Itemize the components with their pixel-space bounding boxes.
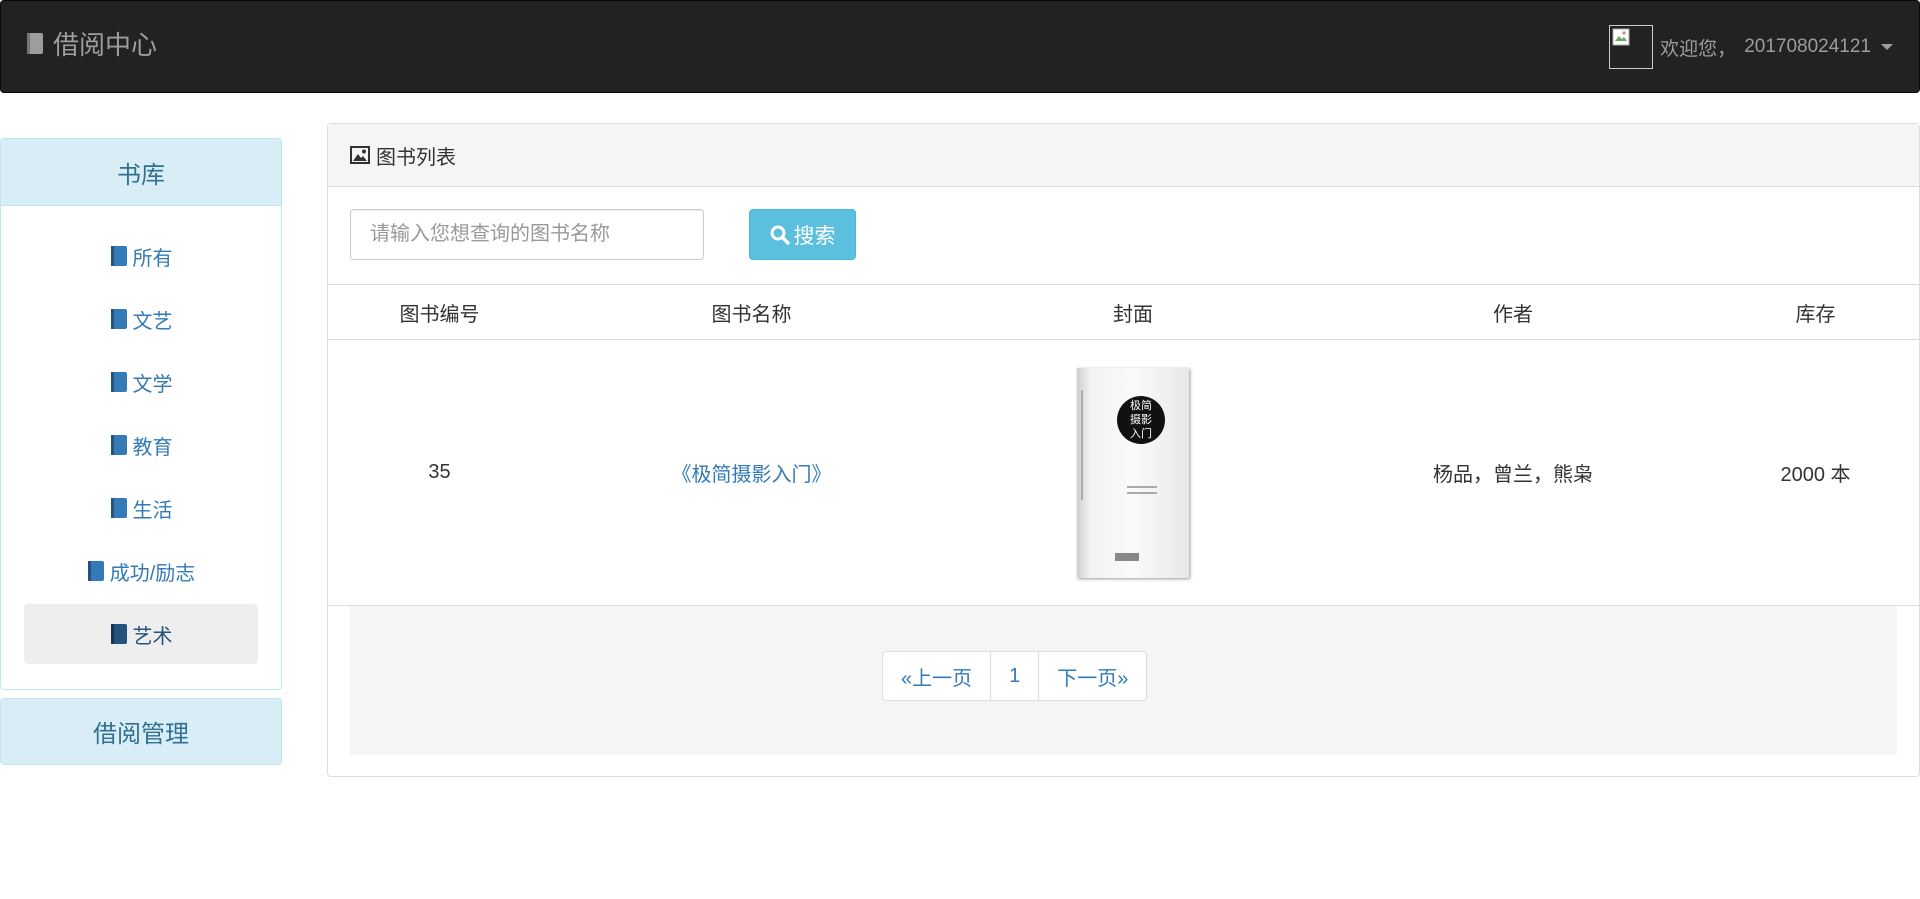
search-icon: [770, 225, 790, 245]
top-navbar: 借阅中心 欢迎您， 201708024121: [0, 0, 1920, 93]
column-header-stock: 库存: [1712, 284, 1919, 340]
column-header-name: 图书名称: [551, 284, 952, 340]
book-name-link[interactable]: 《极简摄影入门》: [672, 464, 832, 486]
book-icon: [110, 497, 128, 519]
page-link[interactable]: 1: [990, 651, 1040, 701]
sidebar-item-all[interactable]: 所有: [24, 226, 258, 286]
sidebar-item-label: 艺术: [132, 625, 173, 648]
sidebar-item-label: 教育: [132, 436, 173, 459]
user-menu[interactable]: 欢迎您， 201708024121: [1609, 25, 1893, 69]
prev-page-link[interactable]: «上一页: [882, 651, 992, 701]
search-form: 搜索: [350, 209, 856, 260]
brand-title: 借阅中心: [53, 30, 158, 60]
sidebar-item-education[interactable]: 教育: [24, 415, 258, 475]
table-row: 35 《极简摄影入门》 极简 摄影 入门 杨品，曾兰，熊枭 2000 本: [328, 339, 1919, 606]
column-header-author: 作者: [1314, 284, 1712, 340]
column-header-id: 图书编号: [328, 284, 551, 340]
book-icon: [25, 32, 45, 56]
caret-down-icon[interactable]: [1881, 44, 1893, 50]
search-button[interactable]: 搜索: [749, 209, 856, 260]
sidebar-item-label: 成功/励志: [109, 562, 196, 585]
search-button-label: 搜索: [793, 224, 836, 248]
sidebar-item-label: 生活: [132, 499, 173, 522]
table-header-row: 图书编号 图书名称 封面 作者 库存: [328, 284, 1919, 340]
sidebar-item-label: 文学: [132, 373, 173, 396]
pagination: «上一页 1 下一页»: [882, 651, 1148, 701]
library-panel-title[interactable]: 书库: [1, 139, 281, 206]
book-cover-image[interactable]: 极简 摄影 入门: [1077, 367, 1189, 578]
book-icon: [110, 245, 128, 267]
book-id: 35: [328, 339, 551, 606]
sidebar-item-label: 文艺: [132, 310, 173, 333]
category-list: 所有 文艺 文学 教育 生活 成功/励志 艺术: [1, 206, 281, 664]
panel-heading: 图书列表: [328, 124, 1919, 187]
sidebar-item-success[interactable]: 成功/励志: [24, 541, 258, 601]
brand[interactable]: 借阅中心: [25, 25, 157, 62]
sidebar-item-label: 所有: [132, 247, 173, 270]
book-icon: [110, 371, 128, 393]
book-icon: [87, 560, 105, 582]
avatar[interactable]: [1609, 25, 1654, 69]
page-title: 图书列表: [376, 146, 456, 169]
column-header-cover: 封面: [952, 284, 1314, 340]
welcome-text: 欢迎您，: [1660, 38, 1737, 60]
sidebar-item-literature-art[interactable]: 文艺: [24, 289, 258, 349]
sidebar-item-art[interactable]: 艺术: [24, 604, 258, 664]
borrow-management-panel[interactable]: 借阅管理: [0, 698, 282, 765]
sidebar-item-life[interactable]: 生活: [24, 478, 258, 538]
book-list-panel: 图书列表 搜索 图书编号 图书名称 封面 作者 库存 35 《极简摄影入门》: [327, 123, 1920, 777]
library-panel: 书库 所有 文艺 文学 教育 生活 成功/励志 艺术: [0, 138, 282, 690]
next-page-link[interactable]: 下一页»: [1038, 651, 1148, 701]
book-icon: [110, 623, 128, 645]
book-author: 杨品，曾兰，熊枭: [1314, 339, 1712, 606]
search-input[interactable]: [350, 209, 704, 260]
user-id: 201708024121: [1744, 36, 1871, 57]
pagination-area: «上一页 1 下一页»: [350, 605, 1897, 755]
sidebar-item-literature[interactable]: 文学: [24, 352, 258, 412]
book-stock: 2000 本: [1712, 339, 1919, 606]
picture-icon: [350, 146, 370, 164]
broken-image-icon: [1612, 28, 1630, 46]
book-icon: [110, 434, 128, 456]
book-table: 图书编号 图书名称 封面 作者 库存 35 《极简摄影入门》 极简 摄影 入门: [328, 284, 1919, 606]
book-icon: [110, 308, 128, 330]
